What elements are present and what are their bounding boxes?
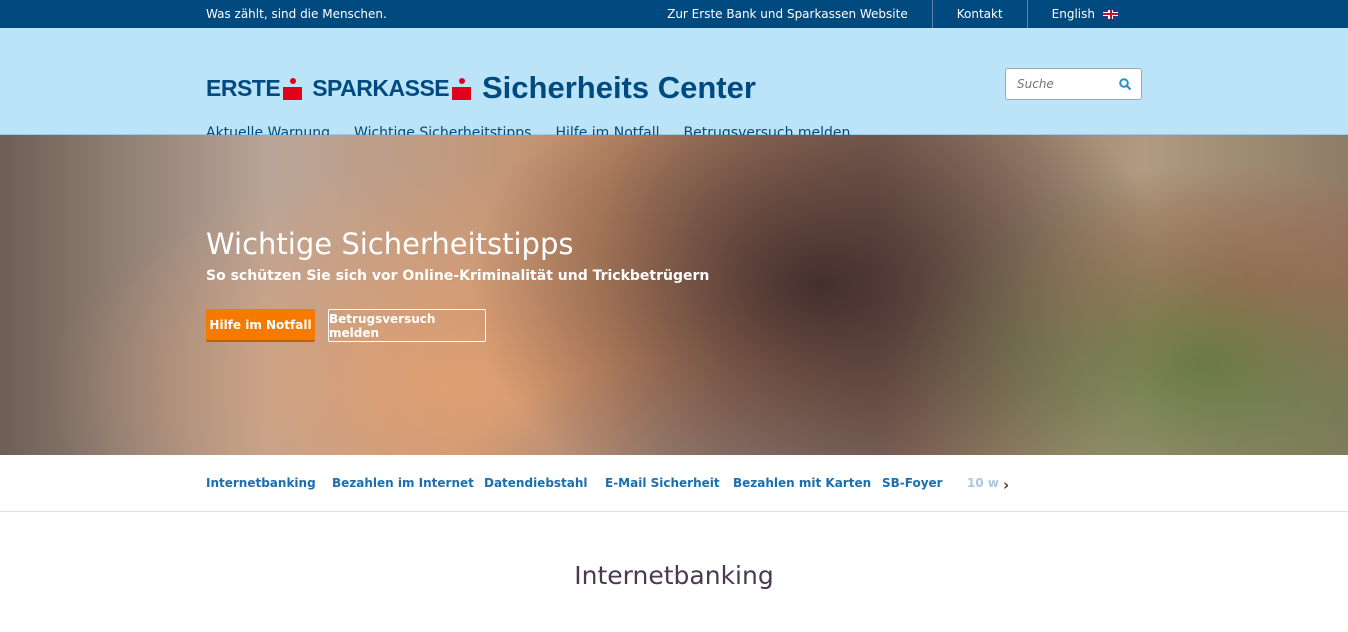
kontakt-link[interactable]: Kontakt (931, 0, 1027, 28)
tab-sb-foyer[interactable]: SB-Foyer (882, 476, 943, 490)
tab-bezahlen-mit-karten[interactable]: Bezahlen mit Karten (733, 476, 871, 490)
top-bar: Was zählt, sind die Menschen. Zur Erste … (0, 0, 1348, 28)
site-title: Sicherheits Center (482, 70, 756, 105)
english-link[interactable]: English (1026, 0, 1142, 28)
tab-datendiebstahl[interactable]: Datendiebstahl (484, 476, 588, 490)
search-icon[interactable] (1119, 78, 1131, 90)
logo-text: SPARKASSE (312, 75, 450, 101)
search-box (1005, 68, 1142, 100)
sparkasse-s-icon (283, 77, 303, 100)
uk-flag-icon (1103, 9, 1118, 19)
hilfe-im-notfall-button[interactable]: Hilfe im Notfall (206, 309, 315, 342)
hero-banner: Wichtige Sicherheitstipps So schützen Si… (0, 135, 1348, 455)
header: ERSTE SPARKASSE Sicherheits Center Aktue… (0, 28, 1348, 141)
link-label: Kontakt (956, 7, 1003, 21)
logo-text: ERSTE (206, 75, 281, 101)
link-label: Zur Erste Bank und Sparkassen Website (667, 7, 908, 21)
sparkasse-s-icon (452, 77, 472, 100)
betrugsversuch-melden-button[interactable]: Betrugsversuch melden (328, 309, 486, 342)
section-title: Internetbanking (574, 561, 774, 590)
tab-truncated[interactable]: 10 w (967, 476, 999, 490)
slogan: Was zählt, sind die Menschen. (206, 7, 387, 21)
chevron-right-icon[interactable]: › (1003, 476, 1009, 494)
topic-tabs: Internetbanking Bezahlen im Internet Dat… (0, 455, 1348, 512)
hero-subtitle: So schützen Sie sich vor Online-Kriminal… (206, 268, 710, 284)
hero-title: Wichtige Sicherheitstipps (206, 227, 574, 261)
search-input[interactable] (1017, 69, 1117, 99)
tab-internetbanking[interactable]: Internetbanking (206, 476, 316, 490)
tab-bezahlen-im-internet[interactable]: Bezahlen im Internet (332, 476, 474, 490)
tab-email-sicherheit[interactable]: E-Mail Sicherheit (605, 476, 720, 490)
link-label: English (1051, 7, 1095, 21)
erste-website-link[interactable]: Zur Erste Bank und Sparkassen Website (643, 0, 932, 28)
erste-sparkasse-logo[interactable]: ERSTE SPARKASSE (206, 75, 481, 102)
